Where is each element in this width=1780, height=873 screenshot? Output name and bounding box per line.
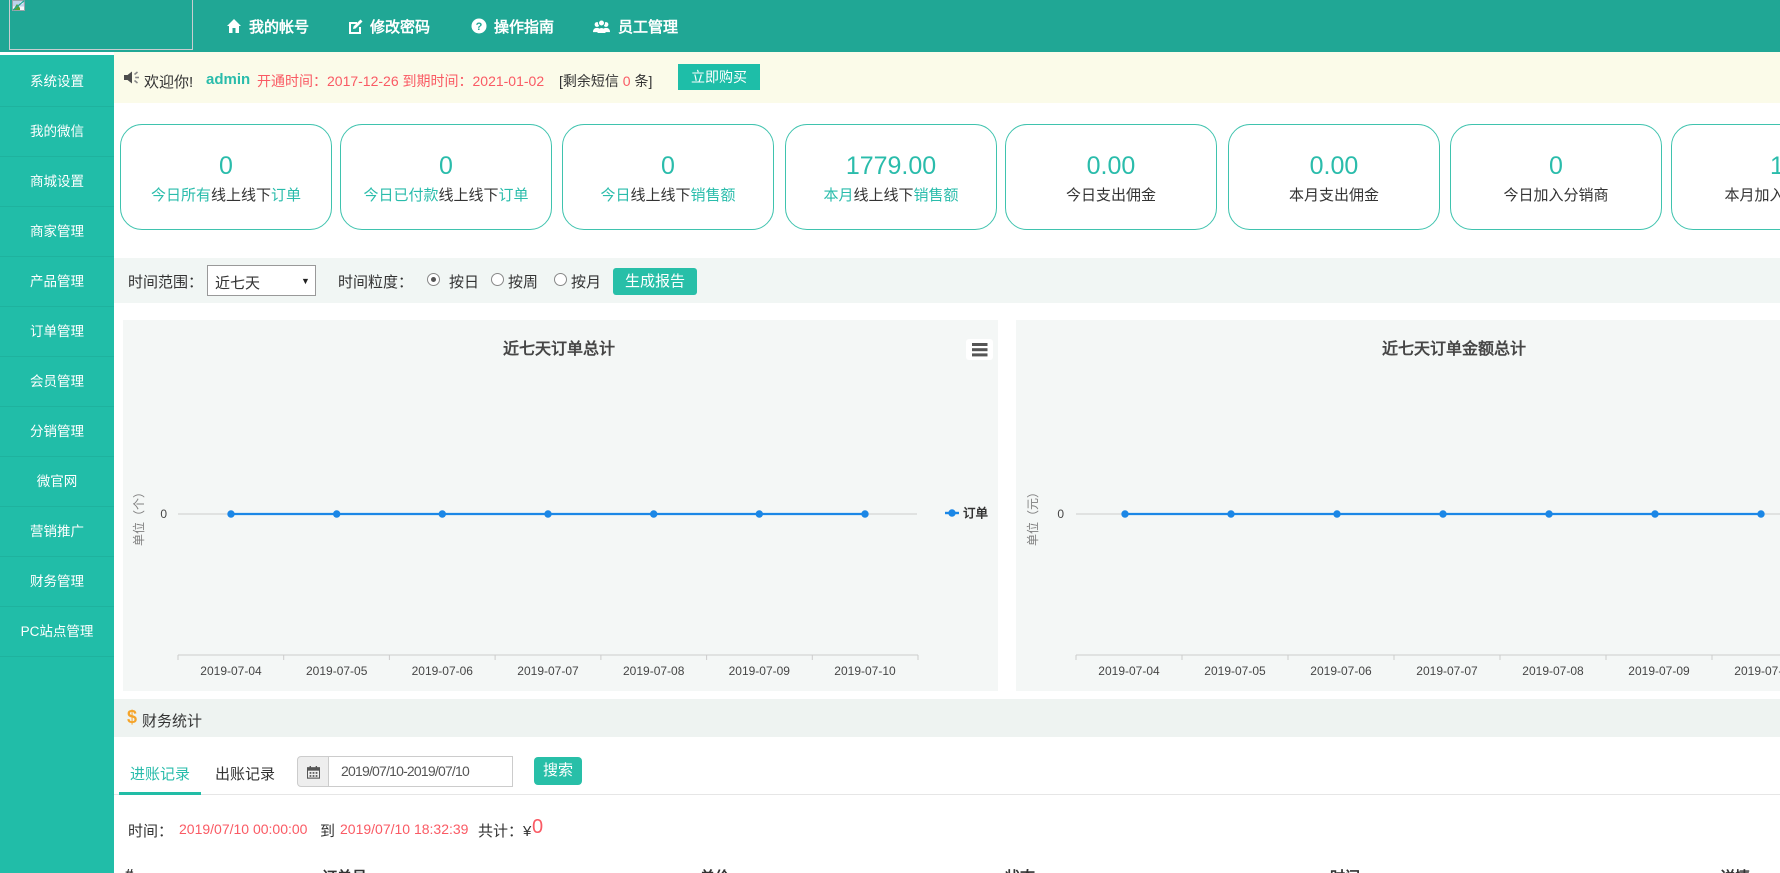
svg-text:2019-07-04: 2019-07-04 <box>1098 664 1160 678</box>
svg-text:2019-07-08: 2019-07-08 <box>623 664 685 678</box>
svg-text:?: ? <box>476 21 483 33</box>
svg-text:2019-07-07: 2019-07-07 <box>517 664 579 678</box>
svg-text:2019-07-10: 2019-07-10 <box>1734 664 1780 678</box>
svg-text:2019-07-08: 2019-07-08 <box>1522 664 1584 678</box>
svg-text:2019-07-09: 2019-07-09 <box>729 664 791 678</box>
svg-text:单位（元）: 单位（元） <box>1025 486 1040 546</box>
svg-text:单位（个）: 单位（个） <box>131 486 146 546</box>
svg-text:2019-07-04: 2019-07-04 <box>200 664 262 678</box>
svg-text:2019-07-10: 2019-07-10 <box>834 664 896 678</box>
svg-text:0: 0 <box>160 507 167 521</box>
svg-text:近七天订单总计: 近七天订单总计 <box>503 339 615 358</box>
svg-text:2019-07-06: 2019-07-06 <box>1310 664 1372 678</box>
svg-text:2019-07-09: 2019-07-09 <box>1628 664 1690 678</box>
svg-text:2019-07-07: 2019-07-07 <box>1416 664 1478 678</box>
svg-text:0: 0 <box>1057 507 1064 521</box>
svg-text:近七天订单金额总计: 近七天订单金额总计 <box>1382 339 1526 358</box>
svg-text:2019-07-06: 2019-07-06 <box>412 664 474 678</box>
svg-text:2019-07-05: 2019-07-05 <box>1204 664 1266 678</box>
svg-text:订单: 订单 <box>963 506 989 521</box>
svg-text:2019-07-05: 2019-07-05 <box>306 664 368 678</box>
